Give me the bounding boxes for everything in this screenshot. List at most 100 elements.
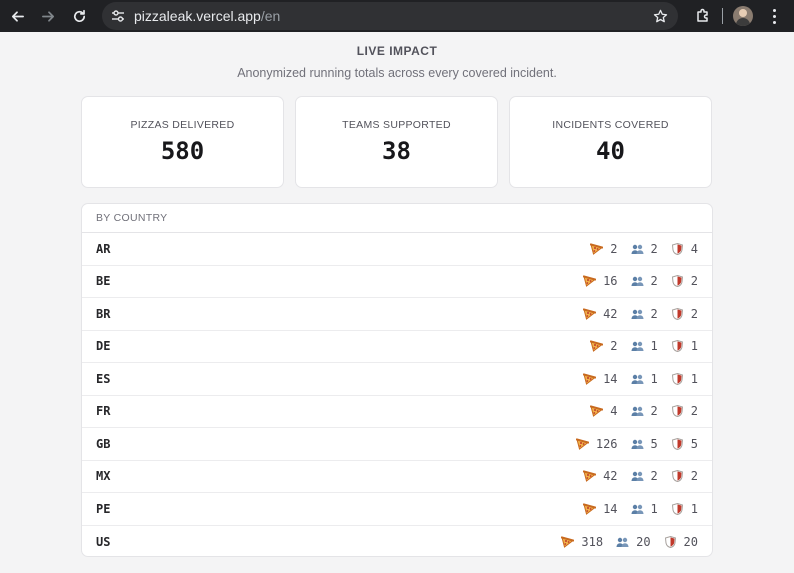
shield-icon [671, 437, 684, 450]
incidents-metric: 20 [664, 535, 698, 549]
people-icon [631, 373, 644, 385]
reload-icon [73, 9, 85, 22]
incidents-metric: 2 [671, 274, 698, 288]
pizza-icon [590, 243, 604, 255]
pizzas-value: 42 [603, 469, 618, 484]
country-metrics: 42 2 2 [583, 469, 698, 483]
pizzas-metric: 16 [583, 274, 618, 289]
country-row: BR 42 2 2 [82, 298, 712, 331]
teams-metric: 2 [631, 242, 658, 256]
people-icon [616, 536, 629, 548]
url-host: pizzaleak.vercel.app [134, 8, 261, 24]
pizzas-metric: 2 [590, 339, 618, 354]
stat-card-incidents: INCIDENTS COVERED 40 [509, 96, 712, 188]
teams-metric: 2 [631, 307, 658, 321]
incidents-metric: 2 [671, 307, 698, 321]
incidents-metric: 2 [671, 469, 698, 483]
pizzas-metric: 2 [590, 241, 618, 256]
shield-icon [671, 372, 684, 385]
country-code: DE [96, 339, 111, 354]
incidents-metric: 1 [671, 339, 698, 353]
shield-icon [664, 535, 677, 548]
country-row: BE 16 2 2 [82, 266, 712, 298]
incidents-value: 5 [690, 436, 698, 451]
incidents-value: 1 [690, 371, 698, 386]
country-row: US 318 20 20 [82, 526, 712, 557]
back-button[interactable] [6, 5, 28, 27]
country-code: BE [96, 274, 111, 289]
country-code: BR [96, 306, 111, 321]
incidents-value: 4 [690, 241, 698, 256]
people-icon [631, 438, 644, 450]
stat-value: 40 [596, 137, 625, 165]
people-icon [631, 308, 644, 320]
pizza-icon [575, 438, 589, 450]
country-code: FR [96, 404, 111, 419]
pizzas-value: 126 [595, 436, 618, 451]
teams-metric: 20 [616, 534, 651, 549]
country-code: US [96, 534, 111, 549]
country-row: PE 14 1 1 [82, 493, 712, 526]
pizzas-metric: 42 [583, 306, 618, 321]
pizzas-value: 2 [610, 339, 618, 354]
country-row: GB 126 5 5 [82, 428, 712, 461]
country-metrics: 2 2 4 [590, 242, 698, 256]
pizza-icon [590, 340, 604, 353]
pizzas-metric: 14 [583, 371, 618, 386]
extensions-button[interactable] [694, 7, 712, 25]
stat-label: PIZZAS DELIVERED [130, 119, 235, 131]
reload-button[interactable] [68, 5, 90, 27]
teams-value: 1 [650, 501, 658, 516]
site-info-button[interactable] [110, 8, 126, 24]
bookmark-button[interactable] [652, 8, 668, 24]
teams-value: 2 [650, 404, 658, 419]
stat-card-pizzas: PIZZAS DELIVERED 580 [81, 96, 284, 188]
incidents-value: 1 [690, 501, 698, 516]
pizzas-value: 42 [603, 306, 618, 321]
country-rows: AR 2 2 4 BE 16 2 2 BR 42 2 2 DE 2 1 1 ES… [82, 233, 712, 557]
stat-value: 580 [160, 137, 205, 165]
country-metrics: 318 20 20 [561, 535, 698, 549]
arrow-right-icon [41, 10, 54, 22]
people-icon [631, 470, 644, 482]
teams-metric: 2 [631, 404, 658, 418]
country-metrics: 14 1 1 [583, 502, 698, 516]
pizzas-value: 4 [610, 404, 618, 419]
country-row: AR 2 2 4 [82, 233, 712, 266]
kebab-menu-icon [772, 8, 776, 12]
pizzas-metric: 126 [575, 436, 618, 451]
pizza-icon [583, 308, 597, 320]
teams-value: 2 [650, 469, 658, 484]
incidents-metric: 5 [671, 437, 698, 451]
address-bar[interactable]: pizzaleak.vercel.app/en [102, 2, 678, 30]
profile-avatar[interactable] [733, 6, 753, 26]
pizzas-value: 2 [610, 241, 618, 256]
pizzas-value: 14 [603, 371, 618, 386]
shield-icon [671, 502, 684, 515]
pizza-icon [561, 536, 575, 548]
pizza-icon [583, 275, 597, 288]
pizzas-value: 16 [603, 274, 618, 289]
forward-button[interactable] [37, 5, 59, 27]
arrow-left-icon [11, 10, 24, 22]
people-icon [631, 405, 644, 417]
teams-value: 2 [650, 306, 658, 321]
browser-toolbar: pizzaleak.vercel.app/en [0, 0, 794, 32]
stat-card-teams: TEAMS SUPPORTED 38 [295, 96, 498, 188]
incidents-value: 2 [690, 306, 698, 321]
teams-value: 5 [650, 436, 658, 451]
section-subtitle: Anonymized running totals across every c… [237, 66, 557, 80]
teams-value: 20 [636, 534, 651, 549]
people-icon [631, 243, 644, 255]
country-row: MX 42 2 2 [82, 461, 712, 493]
country-metrics: 42 2 2 [583, 307, 698, 321]
tune-icon [112, 10, 124, 22]
stat-label: TEAMS SUPPORTED [342, 119, 451, 131]
toolbar-separator [722, 8, 723, 24]
incidents-value: 2 [690, 404, 698, 419]
shield-icon [671, 405, 684, 418]
country-code: AR [96, 241, 111, 256]
teams-metric: 1 [631, 502, 658, 516]
browser-menu-button[interactable] [767, 7, 781, 25]
country-row: ES 14 1 1 [82, 363, 712, 396]
